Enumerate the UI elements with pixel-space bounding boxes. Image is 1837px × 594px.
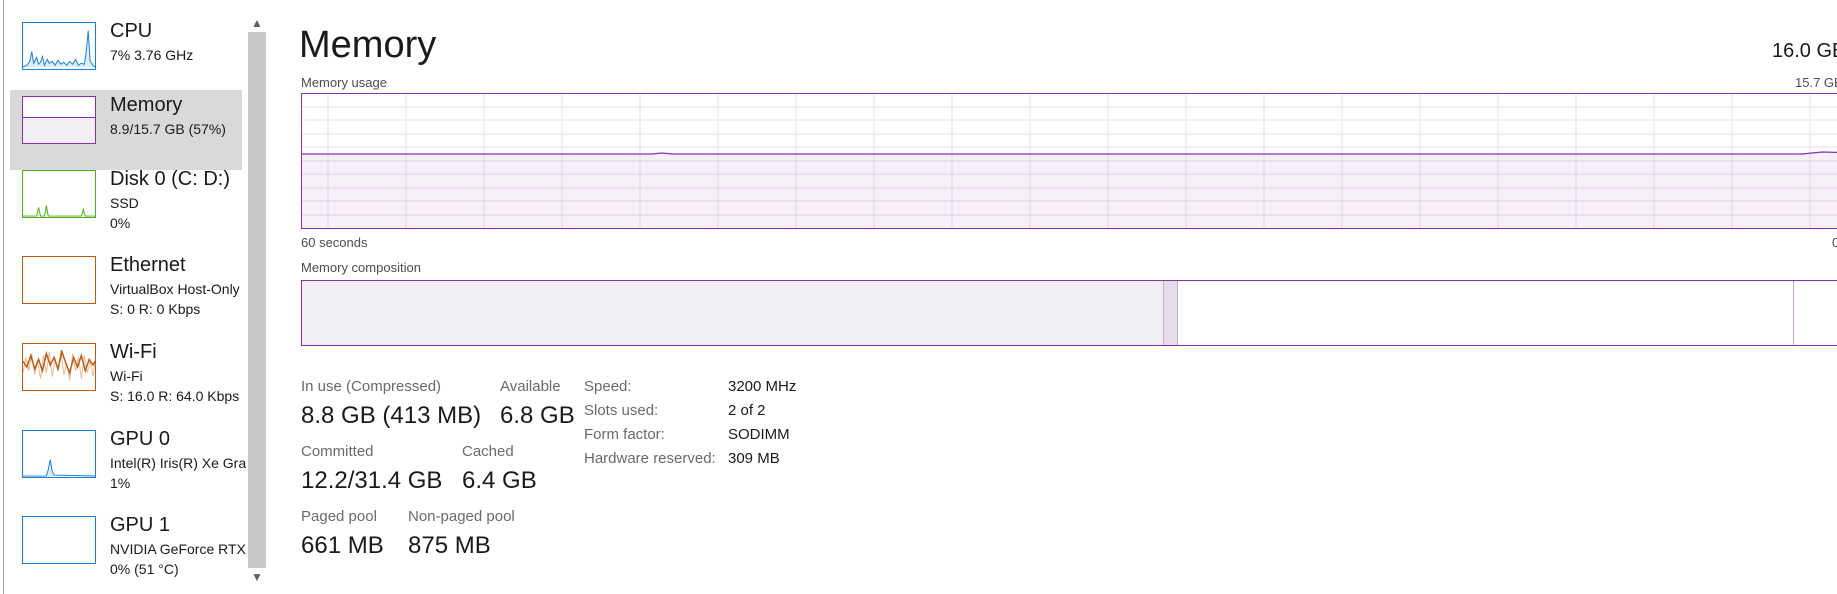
wifi-graph-thumbnail	[23, 348, 95, 381]
scroll-up-icon[interactable]: ▲	[248, 14, 266, 32]
form-factor-value: SODIMM	[728, 426, 790, 443]
sidebar-item-name: Ethernet	[110, 254, 186, 276]
memory-graph-icon	[22, 96, 96, 144]
scroll-down-icon[interactable]: ▼	[248, 568, 266, 586]
memory-usage-label: Memory usage	[301, 75, 387, 90]
memory-usage-graph	[301, 93, 1837, 229]
non-paged-pool-value: 875 MB	[408, 532, 491, 559]
scrollbar-thumb[interactable]	[248, 32, 266, 568]
cached-value: 6.4 GB	[462, 467, 537, 494]
page-title: Memory	[299, 24, 437, 66]
sidebar-item-detail: Intel(R) Iris(R) Xe Gra	[110, 455, 246, 471]
sidebar-item-detail: SSD	[110, 195, 139, 211]
sidebar-item-name: Disk 0 (C: D:)	[110, 168, 230, 190]
sidebar-item-cpu[interactable]: CPU 7% 3.76 GHz	[10, 16, 242, 96]
composition-in-use[interactable]	[302, 281, 1163, 345]
sidebar-scrollbar[interactable]: ▲ ▼	[248, 14, 266, 586]
hardware-reserved-value: 309 MB	[728, 450, 780, 467]
cpu-graph-icon	[22, 22, 96, 70]
paged-pool-label: Paged pool	[301, 508, 377, 525]
sidebar-item-wifi[interactable]: Wi-Fi Wi-Fi S: 16.0 R: 64.0 Kbps	[10, 337, 242, 417]
sidebar-item-detail: NVIDIA GeForce RTX	[110, 541, 246, 557]
committed-label: Committed	[301, 443, 374, 460]
available-value: 6.8 GB	[500, 402, 575, 429]
paged-pool-value: 661 MB	[301, 532, 384, 559]
non-paged-pool-label: Non-paged pool	[408, 508, 515, 525]
speed-value: 3200 MHz	[728, 378, 797, 395]
sidebar-item-ethernet[interactable]: Ethernet VirtualBox Host-Only S: 0 R: 0 …	[10, 250, 242, 330]
wifi-graph-icon	[22, 343, 96, 391]
memory-composition-label: Memory composition	[301, 260, 421, 275]
sidebar-item-memory[interactable]: Memory 8.9/15.7 GB (57%)	[10, 90, 242, 170]
sidebar-item-detail-2: 1%	[110, 475, 131, 491]
sidebar-item-detail: VirtualBox Host-Only	[110, 281, 240, 297]
sidebar-item-name: GPU 0	[110, 428, 171, 450]
hardware-reserved-label: Hardware reserved:	[584, 450, 716, 467]
sidebar-item-detail: 8.9/15.7 GB (57%)	[110, 121, 226, 137]
sidebar-item-gpu1[interactable]: GPU 1 NVIDIA GeForce RTX 0% (51 °C)	[10, 510, 246, 590]
sidebar-item-name: CPU	[110, 20, 153, 42]
sidebar-item-disk[interactable]: Disk 0 (C: D:) SSD 0%	[10, 164, 242, 244]
composition-standby-divider	[1793, 281, 1794, 345]
in-use-label: In use (Compressed)	[301, 378, 442, 395]
memory-usage-chart	[302, 94, 1837, 228]
memory-graph-fill	[23, 117, 95, 143]
ethernet-graph-icon	[22, 256, 96, 304]
sidebar: CPU 7% 3.76 GHz Memory 8.9/15.7 GB (57%)…	[0, 0, 246, 594]
composition-modified[interactable]	[1163, 281, 1178, 345]
memory-usage-max: 15.7 GB	[1795, 75, 1837, 90]
usage-area	[302, 152, 1837, 228]
slots-used-value: 2 of 2	[728, 402, 766, 419]
total-memory: 16.0 GB	[1772, 40, 1837, 62]
form-factor-label: Form factor:	[584, 426, 665, 443]
memory-composition-bar[interactable]	[301, 280, 1837, 346]
disk-graph-icon	[22, 170, 96, 218]
in-use-value: 8.8 GB (413 MB)	[301, 402, 482, 429]
sidebar-item-name: Wi-Fi	[110, 341, 157, 363]
sidebar-item-detail-2: 0% (51 °C)	[110, 561, 179, 577]
sidebar-item-gpu0[interactable]: GPU 0 Intel(R) Iris(R) Xe Gra 1%	[10, 424, 246, 504]
sidebar-item-detail-2: S: 16.0 R: 64.0 Kbps	[110, 388, 240, 404]
cached-label: Cached	[462, 443, 514, 460]
available-label: Available	[500, 378, 561, 395]
sidebar-item-detail-2: 0%	[110, 215, 131, 231]
gpu0-graph-icon	[22, 430, 96, 478]
sidebar-item-detail: Wi-Fi	[110, 368, 143, 384]
time-axis-start: 60 seconds	[301, 235, 368, 250]
committed-value: 12.2/31.4 GB	[301, 467, 443, 494]
sidebar-item-detail-2: S: 0 R: 0 Kbps	[110, 301, 201, 317]
gpu1-graph-icon	[22, 516, 96, 564]
gpu0-graph-thumbnail	[23, 459, 95, 477]
cpu-graph-thumbnail	[23, 30, 95, 68]
disk-graph-thumbnail	[23, 205, 95, 217]
sidebar-item-detail: 7% 3.76 GHz	[110, 47, 194, 63]
speed-label: Speed:	[584, 378, 632, 395]
time-axis-end: 0	[1832, 235, 1837, 250]
sidebar-item-name: Memory	[110, 94, 183, 116]
sidebar-item-name: GPU 1	[110, 514, 171, 536]
slots-used-label: Slots used:	[584, 402, 659, 419]
usage-line	[302, 151, 1837, 155]
